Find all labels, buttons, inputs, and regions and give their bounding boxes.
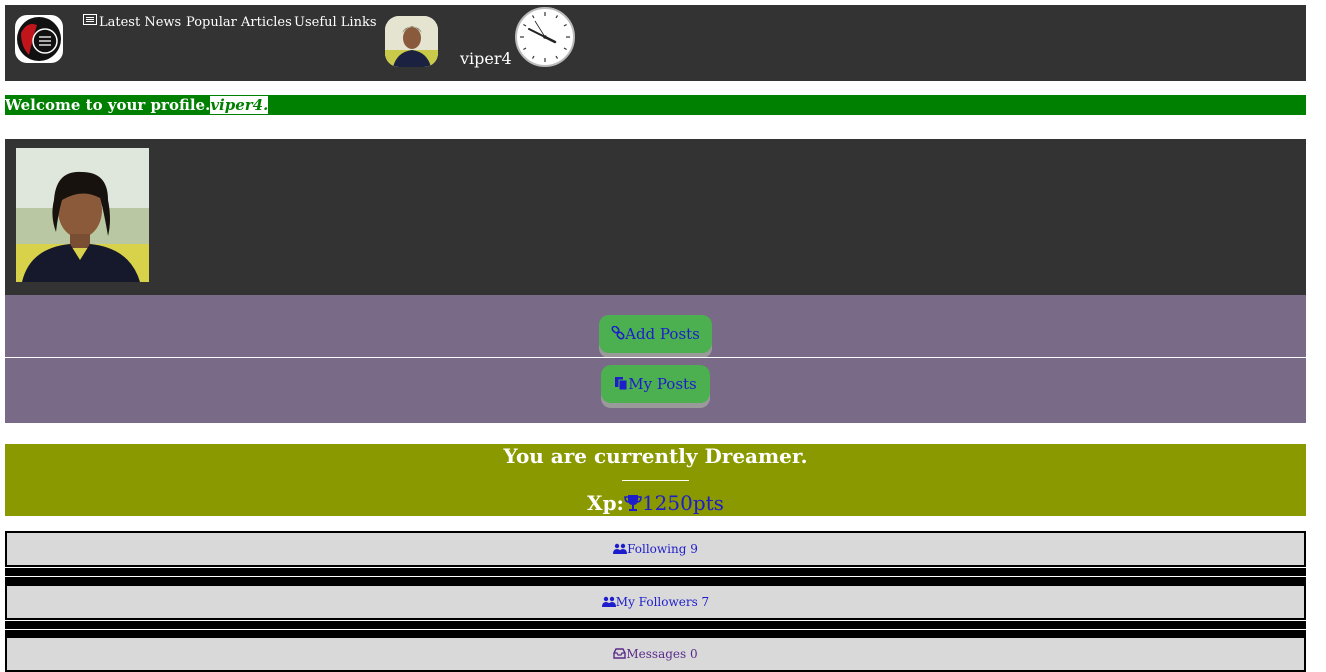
copy-icon <box>615 377 628 391</box>
rank-title: You are currently Dreamer. <box>503 444 808 468</box>
welcome-text: Welcome to your profile. <box>5 96 211 114</box>
users-icon <box>601 596 616 607</box>
xp-label: Xp: <box>587 491 624 515</box>
nav-useful-links[interactable]: Useful Links <box>294 15 377 30</box>
stat-separator <box>5 621 1306 629</box>
trophy-icon <box>624 495 642 511</box>
inbox-icon <box>613 648 627 659</box>
messages-link[interactable]: Messages 0 <box>5 636 1306 672</box>
my-followers-link[interactable]: My Followers 7 <box>5 584 1306 620</box>
top-navbar: Latest News Popular Articles Useful Link… <box>5 5 1306 81</box>
nav-latest-news[interactable]: Latest News <box>83 14 181 30</box>
site-logo[interactable] <box>15 15 63 63</box>
rank-panel: You are currently Dreamer. Xp: 1250pts <box>5 444 1306 516</box>
avatar-photo <box>385 16 438 67</box>
newspaper-icon <box>83 14 97 25</box>
rank-divider <box>622 480 689 481</box>
profile-panel <box>5 139 1306 295</box>
welcome-username: viper4. <box>210 96 269 114</box>
link-icon <box>611 325 625 340</box>
clock-face-icon <box>520 12 570 62</box>
profile-photo <box>16 148 149 282</box>
username-label: viper4 <box>460 49 512 68</box>
actions-divider <box>5 357 1306 358</box>
profile-photo-image <box>16 148 149 282</box>
my-posts-button[interactable]: My Posts <box>601 365 710 403</box>
following-link[interactable]: Following 9 <box>5 531 1306 567</box>
clock-widget <box>515 7 575 67</box>
add-posts-button[interactable]: Add Posts <box>599 315 712 353</box>
logo-icon <box>17 17 61 61</box>
welcome-banner: Welcome to your profile.viper4. <box>5 95 1306 115</box>
profile-actions: Add Posts My Posts <box>5 295 1306 423</box>
users-icon <box>613 543 628 554</box>
nav-popular-articles[interactable]: Popular Articles <box>186 15 292 30</box>
xp-display: Xp: 1250pts <box>5 491 1306 515</box>
user-avatar[interactable] <box>385 16 438 67</box>
xp-value: 1250pts <box>641 491 724 515</box>
stat-separator <box>5 568 1306 576</box>
